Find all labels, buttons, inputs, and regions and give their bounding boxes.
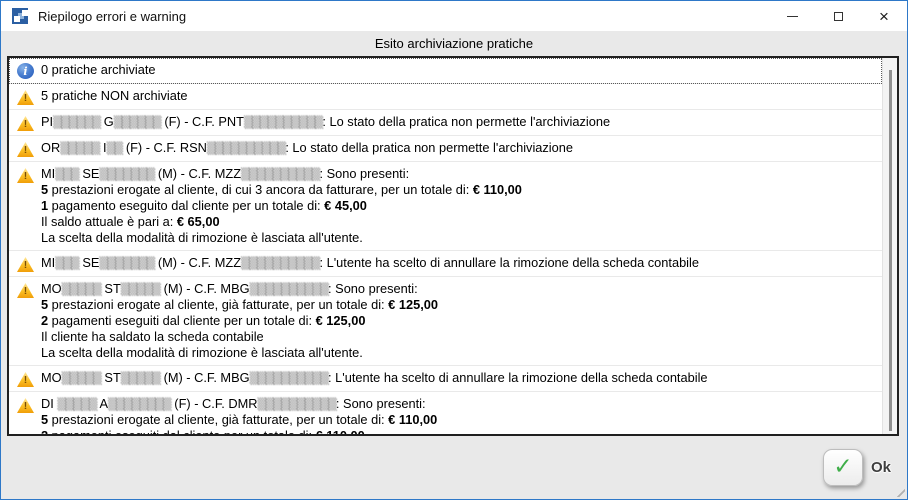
- window-title: Riepilogo errori e warning: [38, 9, 186, 24]
- redacted-text: ▒▒▒▒▒▒▒▒▒▒: [241, 167, 319, 181]
- redacted-text: ▒▒▒▒▒: [62, 282, 101, 296]
- list-item[interactable]: MO▒▒▒▒▒ ST▒▒▒▒▒ (M) - C.F. MBG▒▒▒▒▒▒▒▒▒▒…: [9, 366, 882, 392]
- list-item[interactable]: 5 pratiche NON archiviate: [9, 84, 882, 110]
- result-list: 0 pratiche archiviate 5 pratiche NON arch…: [9, 58, 897, 436]
- check-icon: [833, 456, 852, 479]
- item-text: PI▒▒▒▒▒▒ G▒▒▒▒▒▒ (F) - C.F. PNT▒▒▒▒▒▒▒▒▒…: [41, 114, 610, 131]
- list-item[interactable]: MO▒▒▒▒▒ ST▒▒▒▒▒ (M) - C.F. MBG▒▒▒▒▒▒▒▒▒▒…: [9, 277, 882, 366]
- item-text: MO▒▒▒▒▒ ST▒▒▒▒▒ (M) - C.F. MBG▒▒▒▒▒▒▒▒▒▒…: [41, 370, 708, 387]
- list-item[interactable]: PI▒▒▒▒▒▒ G▒▒▒▒▒▒ (F) - C.F. PNT▒▒▒▒▒▒▒▒▒…: [9, 110, 882, 136]
- list-item[interactable]: MI▒▒▒ SE▒▒▒▒▒▒▒ (M) - C.F. MZZ▒▒▒▒▒▒▒▒▒▒…: [9, 162, 882, 251]
- redacted-text: ▒▒▒▒▒▒▒▒▒▒: [250, 282, 328, 296]
- minimize-icon: [787, 16, 798, 17]
- redacted-text: ▒▒▒▒▒▒▒: [99, 256, 154, 270]
- warning-icon: [17, 257, 34, 272]
- item-text: 5 pratiche NON archiviate: [41, 88, 188, 105]
- redacted-text: ▒▒▒▒▒▒: [114, 115, 161, 129]
- list-item[interactable]: 0 pratiche archiviate: [9, 58, 882, 84]
- maximize-icon: [834, 12, 843, 21]
- redacted-text: ▒▒▒: [55, 167, 79, 181]
- resize-grip-icon[interactable]: [896, 488, 905, 497]
- warning-icon: [17, 142, 34, 157]
- redacted-text: ▒▒: [107, 141, 123, 155]
- warning-icon: [17, 168, 34, 183]
- warning-icon: [17, 372, 34, 387]
- info-icon: [17, 63, 34, 79]
- redacted-text: ▒▒▒▒▒▒▒: [99, 167, 154, 181]
- warning-icon: [17, 398, 34, 413]
- redacted-text: ▒▒▒▒▒: [62, 371, 101, 385]
- scrollbar-thumb[interactable]: [889, 70, 892, 431]
- redacted-text: ▒▒▒▒▒▒▒▒▒▒: [207, 141, 285, 155]
- list-item[interactable]: OR▒▒▒▒▒ I▒▒ (F) - C.F. RSN▒▒▒▒▒▒▒▒▒▒: Lo…: [9, 136, 882, 162]
- redacted-text: ▒▒▒▒▒▒▒▒: [108, 397, 171, 411]
- item-text: MO▒▒▒▒▒ ST▒▒▒▒▒ (M) - C.F. MBG▒▒▒▒▒▒▒▒▒▒…: [41, 281, 438, 361]
- window-controls: ×: [769, 1, 907, 31]
- item-text: OR▒▒▒▒▒ I▒▒ (F) - C.F. RSN▒▒▒▒▒▒▒▒▒▒: Lo…: [41, 140, 573, 157]
- list-item[interactable]: DI ▒▒▒▒▒ A▒▒▒▒▒▒▒▒ (F) - C.F. DMR▒▒▒▒▒▒▒…: [9, 392, 882, 436]
- redacted-text: ▒▒▒▒▒: [60, 141, 99, 155]
- redacted-text: ▒▒▒▒▒▒▒▒▒▒: [250, 371, 328, 385]
- warning-icon: [17, 90, 34, 105]
- ok-button-label: Ok: [871, 459, 891, 476]
- title-bar[interactable]: Riepilogo errori e warning ×: [1, 1, 907, 31]
- warning-icon: [17, 283, 34, 298]
- app-icon: [12, 8, 28, 24]
- item-text: MI▒▒▒ SE▒▒▒▒▒▒▒ (M) - C.F. MZZ▒▒▒▒▒▒▒▒▒▒…: [41, 166, 522, 246]
- redacted-text: ▒▒▒▒▒▒▒▒▒▒: [244, 115, 322, 129]
- minimize-button[interactable]: [769, 1, 815, 31]
- redacted-text: ▒▒▒▒▒: [121, 371, 160, 385]
- item-text: DI ▒▒▒▒▒ A▒▒▒▒▒▒▒▒ (F) - C.F. DMR▒▒▒▒▒▒▒…: [41, 396, 437, 436]
- dialog-subtitle: Esito archiviazione pratiche: [1, 31, 907, 56]
- redacted-text: ▒▒▒▒▒: [121, 282, 160, 296]
- dialog-footer: Ok: [1, 436, 907, 499]
- ok-button[interactable]: [823, 449, 863, 486]
- close-button[interactable]: ×: [861, 1, 907, 31]
- redacted-text: ▒▒▒▒▒▒: [53, 115, 100, 129]
- redacted-text: ▒▒▒▒▒: [57, 397, 96, 411]
- warning-icon: [17, 116, 34, 131]
- dialog-window: Riepilogo errori e warning × Esito archi…: [0, 0, 908, 500]
- redacted-text: ▒▒▒: [55, 256, 79, 270]
- item-text: 0 pratiche archiviate: [41, 62, 156, 79]
- list-item[interactable]: MI▒▒▒ SE▒▒▒▒▒▒▒ (M) - C.F. MZZ▒▒▒▒▒▒▒▒▒▒…: [9, 251, 882, 277]
- vertical-scrollbar[interactable]: [882, 58, 897, 434]
- maximize-button[interactable]: [815, 1, 861, 31]
- close-icon: ×: [879, 8, 889, 25]
- item-text: MI▒▒▒ SE▒▒▒▒▒▒▒ (M) - C.F. MZZ▒▒▒▒▒▒▒▒▒▒…: [41, 255, 699, 272]
- redacted-text: ▒▒▒▒▒▒▒▒▒▒: [257, 397, 335, 411]
- result-listbox: 0 pratiche archiviate 5 pratiche NON arch…: [7, 56, 899, 436]
- redacted-text: ▒▒▒▒▒▒▒▒▒▒: [241, 256, 319, 270]
